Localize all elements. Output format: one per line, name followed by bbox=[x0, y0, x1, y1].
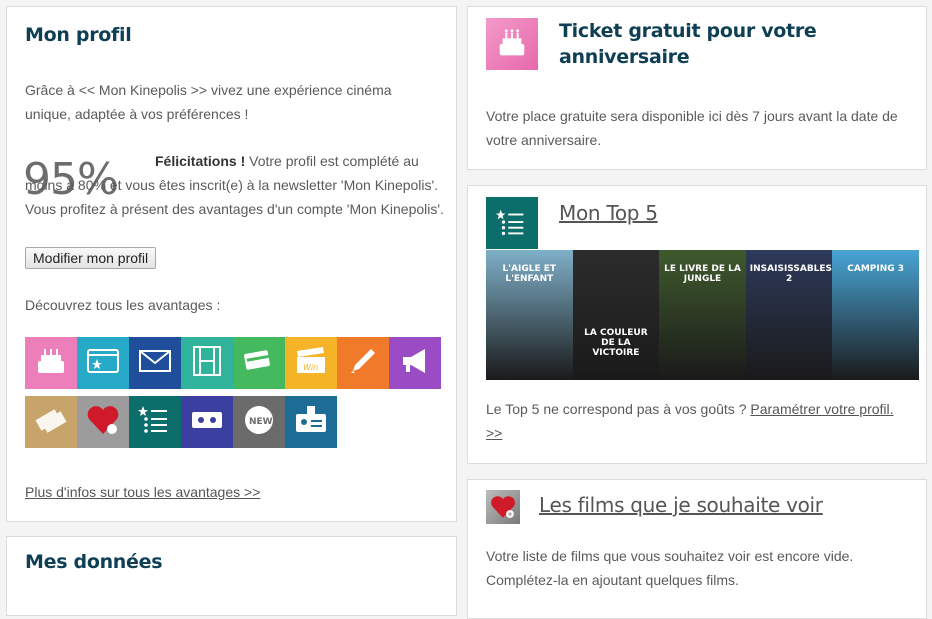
edit-profile-button[interactable]: Modifier mon profil bbox=[25, 247, 157, 269]
advantage-tile[interactable] bbox=[77, 337, 129, 389]
id-card-icon bbox=[293, 402, 329, 443]
congrats-bold: Félicitations ! bbox=[155, 153, 246, 169]
profile-card: Mon profil Grâce à << Mon Kinepolis >> v… bbox=[6, 6, 457, 522]
birthday-cake-icon bbox=[33, 343, 69, 384]
movie-poster[interactable]: LE LIVRE DE LA JUNGLE bbox=[659, 250, 746, 380]
advantage-tile[interactable] bbox=[129, 396, 181, 448]
advantage-tile[interactable] bbox=[337, 337, 389, 389]
birthday-ticket-card: Ticket gratuit pour votre anniversaire V… bbox=[467, 6, 927, 170]
film-strip-icon bbox=[189, 343, 225, 384]
poster-title: INSAISISSABLES 2 bbox=[749, 264, 833, 284]
star-list-icon bbox=[137, 402, 173, 443]
advantages-row-2: NEW bbox=[25, 396, 445, 448]
more-advantages-link[interactable]: Plus d'infos sur tous les avantages >> bbox=[25, 480, 260, 504]
poster-title: CAMPING 3 bbox=[847, 264, 905, 274]
ticket-title: Ticket gratuit pour votre anniversaire bbox=[559, 20, 817, 68]
clapper-win-icon: Win bbox=[293, 343, 329, 384]
advantages-row-1: Win bbox=[25, 337, 445, 389]
wishlist-body: Votre liste de films que vous souhaitez … bbox=[486, 548, 854, 588]
movie-poster[interactable]: LA COULEUR DE LA VICTOIRE bbox=[572, 250, 660, 380]
wishlist-card: Les films que je souhaite voir Votre lis… bbox=[467, 479, 927, 619]
poster-title: L'AIGLE ET L'ENFANT bbox=[502, 264, 557, 284]
heart-icon bbox=[85, 402, 121, 443]
advantage-tile[interactable] bbox=[181, 396, 233, 448]
new-badge-icon: NEW bbox=[241, 402, 277, 443]
star-tickets-icon bbox=[189, 402, 225, 443]
poster-title: LA COULEUR DE LA VICTOIRE bbox=[584, 328, 648, 358]
movie-poster[interactable]: L'AIGLE ET L'ENFANT bbox=[486, 250, 573, 380]
advantage-tile[interactable] bbox=[25, 396, 77, 448]
movie-poster[interactable]: INSAISISSABLES 2 bbox=[745, 250, 833, 380]
birthday-cake-icon bbox=[486, 18, 538, 70]
profile-congrats: Félicitations ! Votre profil est complét… bbox=[25, 149, 445, 221]
ticket-body: Votre place gratuite sera disponible ici… bbox=[486, 108, 898, 148]
discover-label: Découvrez tous les avantages : bbox=[25, 297, 221, 313]
top5-body: Le Top 5 ne correspond pas à vos goûts ?… bbox=[486, 397, 906, 445]
advantage-tile[interactable] bbox=[181, 337, 233, 389]
advantage-tile[interactable]: Win bbox=[285, 337, 337, 389]
advantage-tile[interactable] bbox=[25, 337, 77, 389]
card-star-icon bbox=[85, 343, 121, 384]
advantage-tile[interactable]: NEW bbox=[233, 396, 285, 448]
star-list-icon bbox=[486, 197, 538, 249]
advantage-tile[interactable] bbox=[129, 337, 181, 389]
wishlist-title-link[interactable]: Les films que je souhaite voir bbox=[539, 493, 823, 517]
megaphone-icon bbox=[397, 343, 433, 384]
my-data-card: Mes données bbox=[6, 536, 457, 616]
svg-text:NEW: NEW bbox=[249, 417, 273, 427]
advantage-tile[interactable] bbox=[285, 396, 337, 448]
loyalty-card-icon bbox=[241, 343, 277, 384]
movie-poster[interactable]: CAMPING 3 bbox=[832, 250, 919, 380]
my-data-title: Mes données bbox=[25, 551, 163, 573]
top5-body-text: Le Top 5 ne correspond pas à vos goûts ? bbox=[486, 401, 751, 417]
top5-title-link[interactable]: Mon Top 5 bbox=[559, 201, 658, 225]
top5-card: Mon Top 5 L'AIGLE ET L'ENFANT LA COULEUR … bbox=[467, 185, 927, 464]
top5-posters: L'AIGLE ET L'ENFANT LA COULEUR DE LA VICT… bbox=[486, 250, 919, 380]
advantage-tile[interactable] bbox=[233, 337, 285, 389]
envelope-icon bbox=[137, 343, 173, 384]
profile-title: Mon profil bbox=[25, 24, 132, 46]
tickets-icon bbox=[33, 402, 69, 443]
advantage-tile[interactable] bbox=[77, 396, 129, 448]
advantage-tile[interactable] bbox=[389, 337, 441, 389]
pencil-icon bbox=[345, 343, 381, 384]
heart-icon bbox=[486, 490, 520, 524]
poster-title: LE LIVRE DE LA JUNGLE bbox=[664, 264, 741, 284]
profile-intro: Grâce à << Mon Kinepolis >> vivez une ex… bbox=[25, 82, 392, 122]
svg-text:Win: Win bbox=[303, 363, 318, 372]
